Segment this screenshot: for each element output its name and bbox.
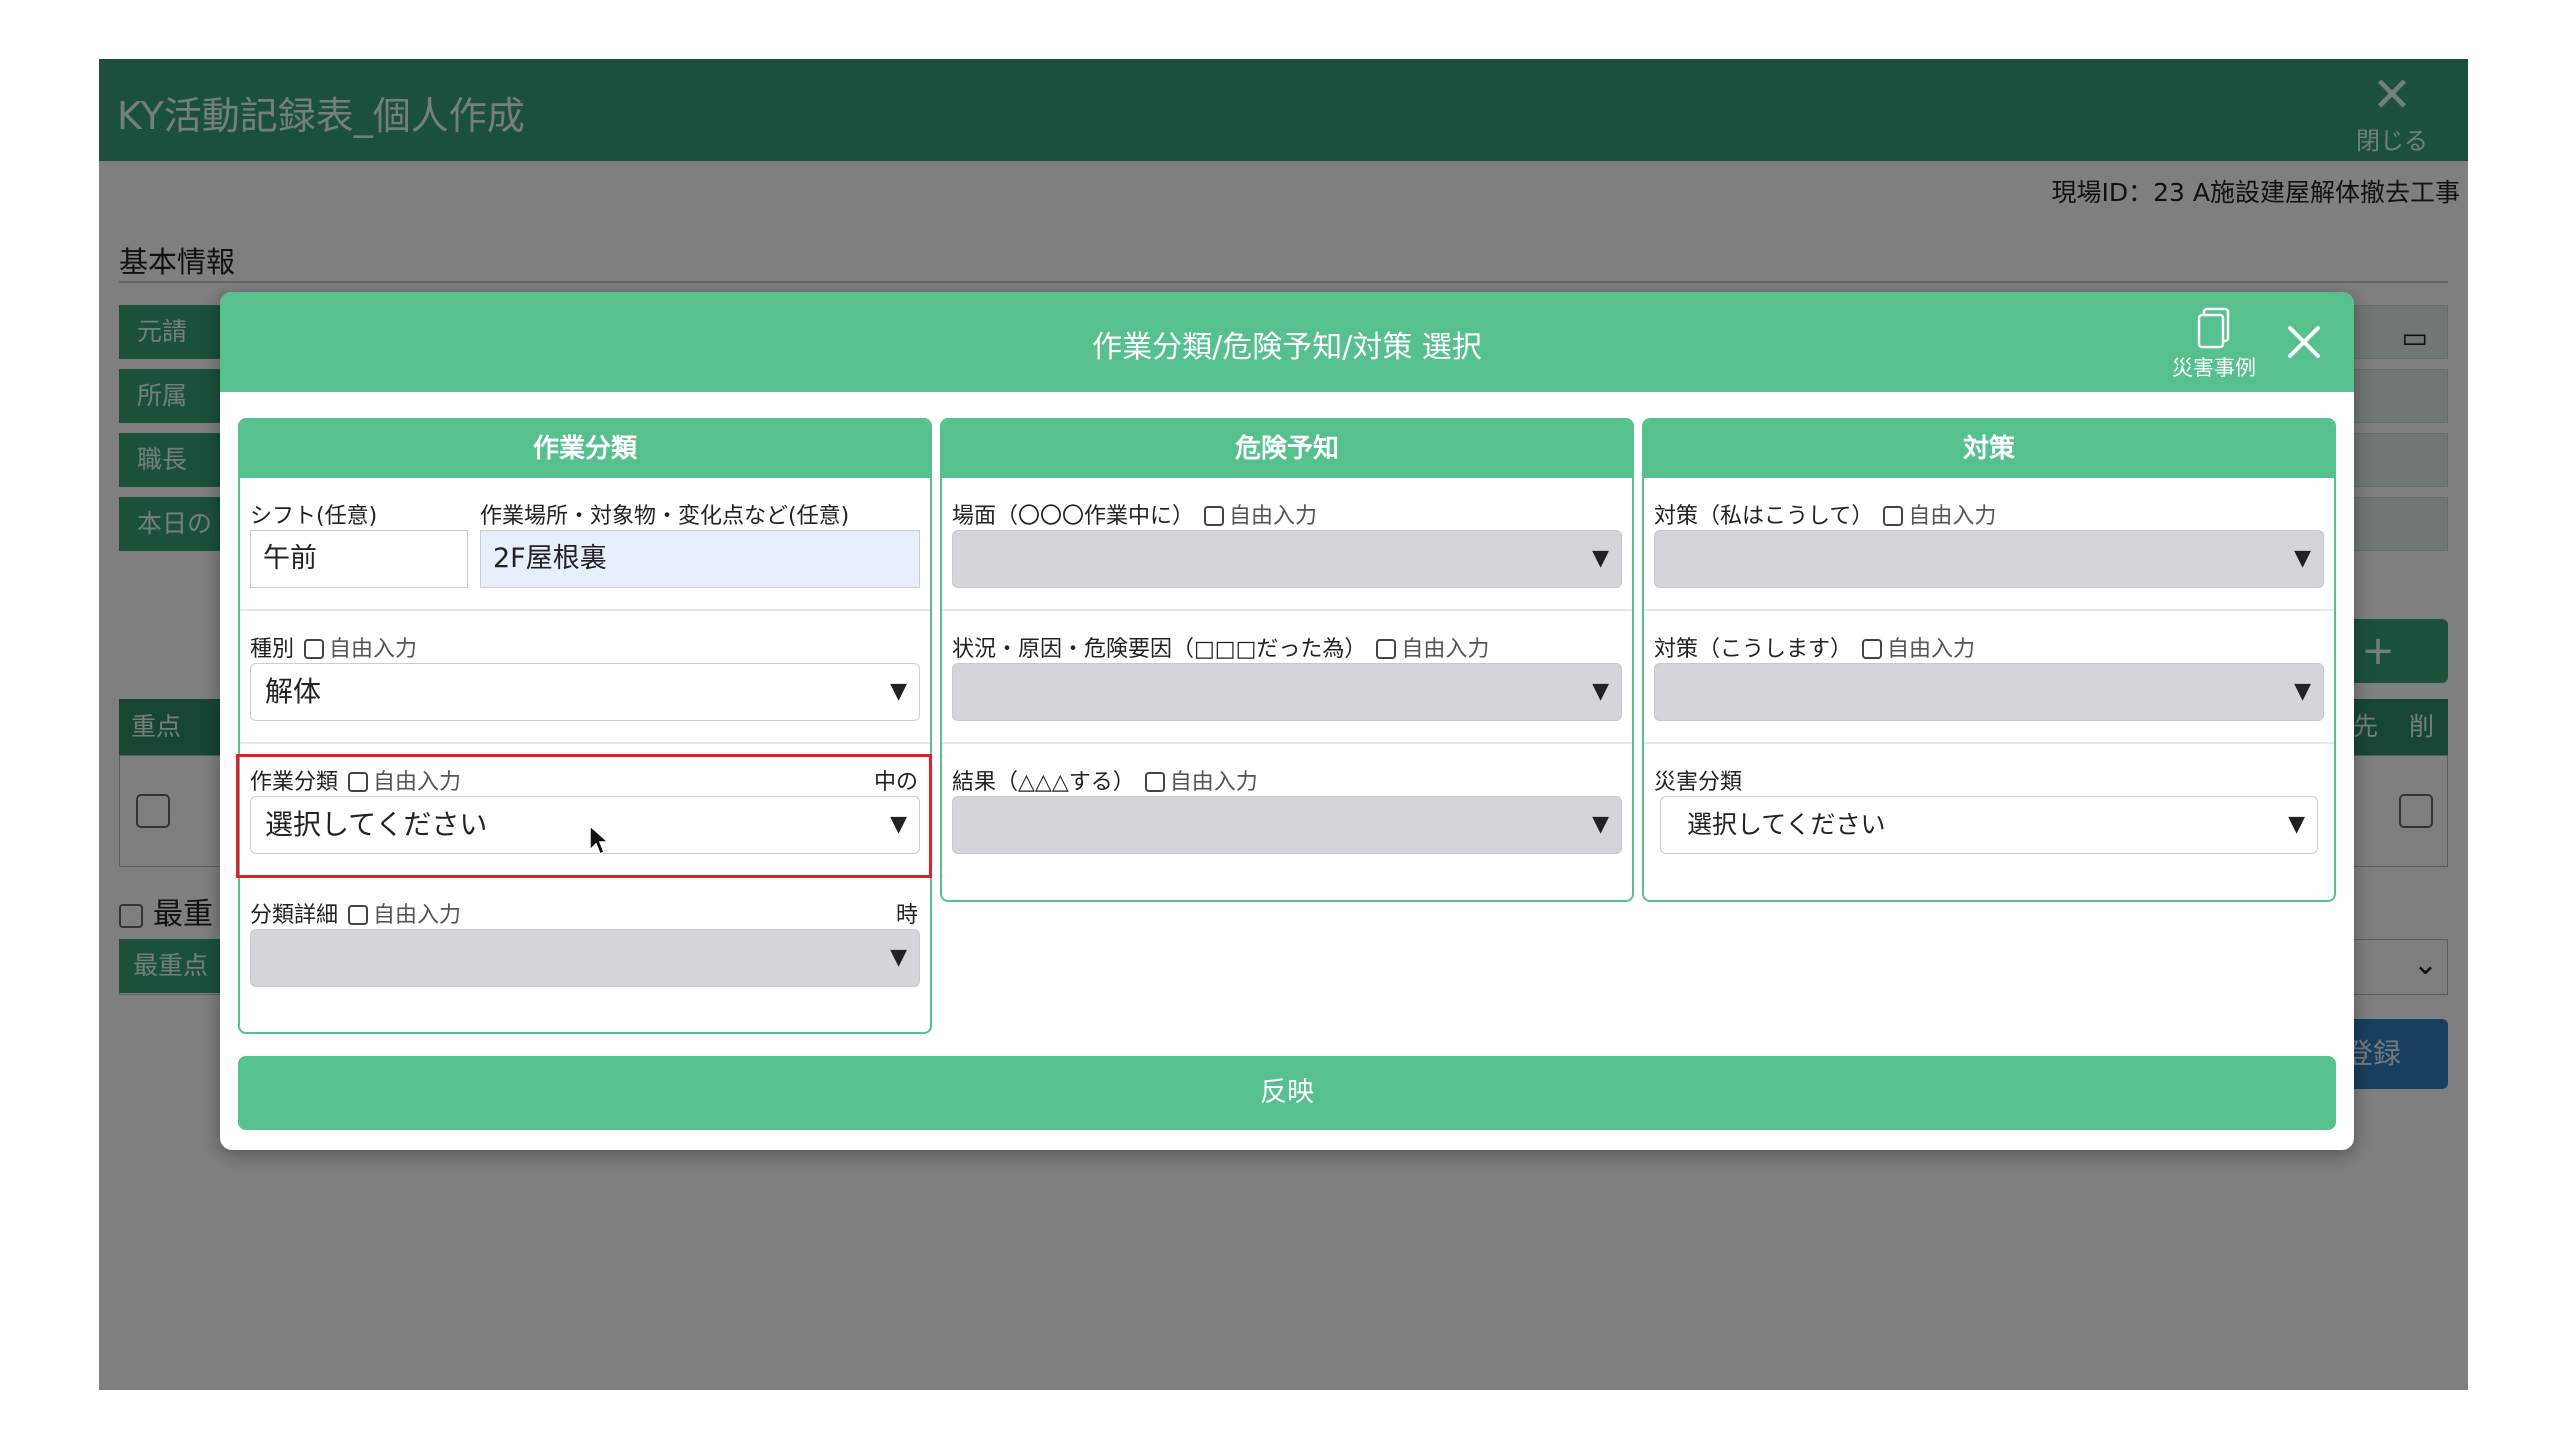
disaster-select-value: 選択してください [1687,810,1886,839]
column-header-hazard: 危険予知 [942,420,1632,478]
chevron-down-icon: ▼ [2294,546,2311,571]
scene-label: 場面（〇〇〇作業中に） [952,504,1195,529]
countermeasure-column: 対策 対策（私はこうして） 自由入力 ▼ 対策（こうします） 自由入力 ▼ 災害分類… [1642,418,2336,902]
free-input-label: 自由入力 [1169,770,1258,795]
detail-note: 時 [895,903,918,928]
disaster-cases-button[interactable]: 災害事例 [2164,306,2264,382]
measure2-label-group: 対策（こうします） 自由入力 [1654,631,1975,663]
scene-row: 場面（〇〇〇作業中に） 自由入力 ▼ [942,478,1632,611]
selection-modal: 作業分類/危険予知/対策 選択 災害事例 作業分類 シフト(任意) 作業場所・対… [220,292,2354,1150]
shift-place-row: シフト(任意) 作業場所・対象物・変化点など(任意) 午前 2F屋根裏 [240,478,930,611]
chevron-down-icon: ▼ [890,945,907,970]
result-label: 結果（△△△する） [952,770,1135,795]
document-icon [2197,307,2230,349]
cause-row: 状況・原因・危険要因（□□□だった為） 自由入力 ▼ [942,611,1632,744]
free-input-label: 自由入力 [1908,504,1997,529]
type-select[interactable]: 解体 ▼ [250,663,920,721]
free-input-label: 自由入力 [1229,504,1318,529]
measure2-free-input-checkbox[interactable] [1862,639,1883,659]
result-select[interactable]: ▼ [952,796,1622,854]
free-input-label: 自由入力 [329,637,418,662]
cause-free-input-checkbox[interactable] [1376,639,1397,659]
chevron-down-icon: ▼ [1592,812,1609,837]
chevron-down-icon: ▼ [890,679,907,704]
disaster-select[interactable]: 選択してください ▼ [1660,796,2318,854]
disaster-cases-label: 災害事例 [2172,356,2256,380]
measure1-select[interactable]: ▼ [1654,530,2324,588]
disaster-row: 災害分類 選択してください ▼ [1644,744,2334,875]
type-label-group: 種別 自由入力 [250,631,417,663]
place-label: 作業場所・対象物・変化点など(任意) [480,504,850,529]
detail-row: 分類詳細 自由入力 時 ▼ [240,877,930,1008]
modal-title: 作業分類/危険予知/対策 選択 [1092,330,1482,365]
chevron-down-icon: ▼ [2294,679,2311,704]
mouse-cursor-icon [589,824,610,856]
column-header-work: 作業分類 [240,420,930,478]
chevron-down-icon: ▼ [2288,812,2305,837]
cause-label: 状況・原因・危険要因（□□□だった為） [952,637,1367,662]
result-row: 結果（△△△する） 自由入力 ▼ [942,744,1632,875]
highlight-box [236,754,932,878]
detail-select[interactable]: ▼ [250,929,920,987]
type-select-value: 解体 [265,675,322,708]
cause-select[interactable]: ▼ [952,663,1622,721]
detail-free-input-checkbox[interactable] [348,905,369,925]
detail-label-group: 分類詳細 自由入力 [250,897,461,929]
work-classification-column: 作業分類 シフト(任意) 作業場所・対象物・変化点など(任意) 午前 2F屋根裏… [238,418,932,1034]
shift-label: シフト(任意) [250,504,378,529]
disaster-label: 災害分類 [1654,770,1743,795]
result-label-group: 結果（△△△する） 自由入力 [952,764,1258,796]
type-free-input-checkbox[interactable] [304,639,325,659]
type-row: 種別 自由入力 解体 ▼ [240,611,930,744]
free-input-label: 自由入力 [373,903,462,928]
measure2-label: 対策（こうします） [1654,637,1853,662]
detail-label: 分類詳細 [250,903,339,928]
measure1-row: 対策（私はこうして） 自由入力 ▼ [1644,478,2334,611]
modal-header: 作業分類/危険予知/対策 選択 災害事例 [220,292,2354,392]
free-input-label: 自由入力 [1887,637,1976,662]
measure1-label: 対策（私はこうして） [1654,504,1874,529]
type-label: 種別 [250,637,295,662]
result-free-input-checkbox[interactable] [1144,772,1165,792]
measure1-free-input-checkbox[interactable] [1883,506,1904,526]
scene-label-group: 場面（〇〇〇作業中に） 自由入力 [952,498,1317,530]
scene-free-input-checkbox[interactable] [1204,506,1225,526]
place-input[interactable]: 2F屋根裏 [480,530,920,588]
close-icon [2288,326,2320,358]
shift-input[interactable]: 午前 [250,530,468,588]
chevron-down-icon: ▼ [1592,679,1609,704]
hazard-prediction-column: 危険予知 場面（〇〇〇作業中に） 自由入力 ▼ 状況・原因・危険要因（□□□だった… [940,418,1634,902]
modal-close-button[interactable] [2276,314,2332,370]
apply-button[interactable]: 反映 [238,1056,2336,1130]
scene-select[interactable]: ▼ [952,530,1622,588]
measure2-select[interactable]: ▼ [1654,663,2324,721]
column-header-measure: 対策 [1644,420,2334,478]
measure2-row: 対策（こうします） 自由入力 ▼ [1644,611,2334,744]
chevron-down-icon: ▼ [1592,546,1609,571]
measure1-label-group: 対策（私はこうして） 自由入力 [1654,498,1996,530]
cause-label-group: 状況・原因・危険要因（□□□だった為） 自由入力 [952,631,1489,663]
free-input-label: 自由入力 [1401,637,1490,662]
